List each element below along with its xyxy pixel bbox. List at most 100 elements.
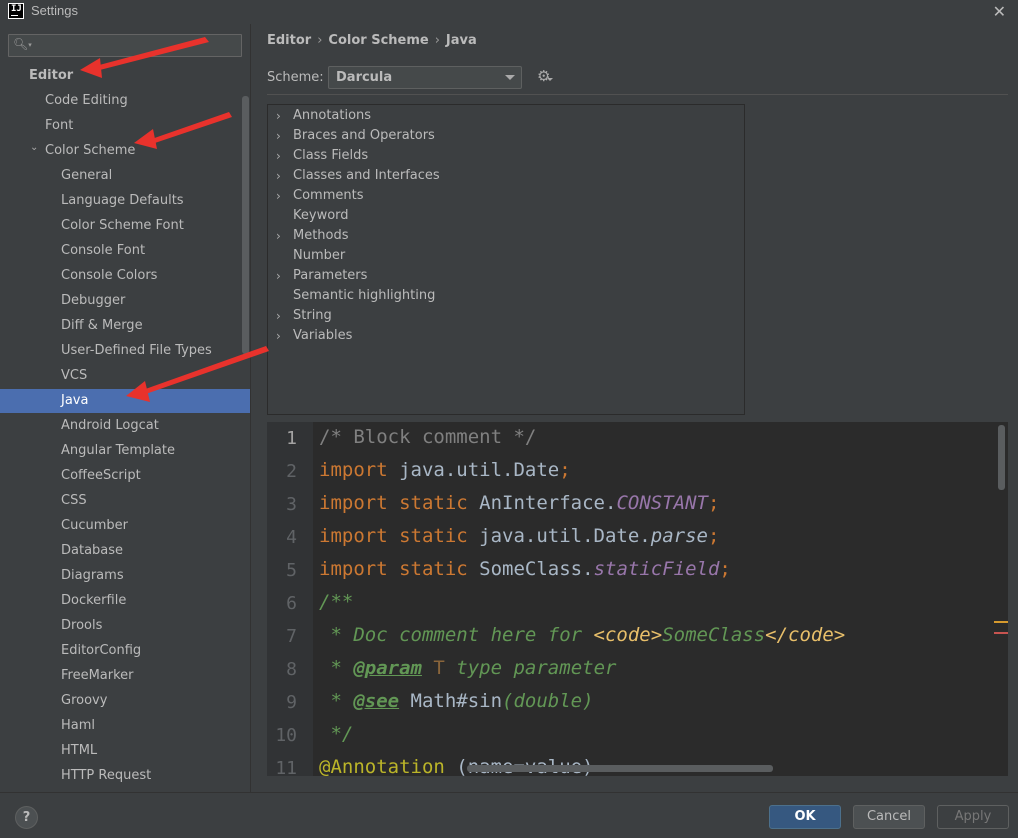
sidebar-item-http-request[interactable]: HTTP Request (0, 764, 250, 788)
sidebar-item-label: Color Scheme Font (61, 218, 184, 233)
sidebar-item-css[interactable]: CSS (0, 489, 250, 513)
sidebar-item-cucumber[interactable]: Cucumber (0, 514, 250, 538)
attribute-classes-and-interfaces[interactable]: › Classes and Interfaces (268, 166, 744, 186)
sidebar-item-label: Code Editing (45, 93, 128, 108)
gear-icon[interactable]: ⚙ (537, 68, 553, 84)
sidebar-item-label: FreeMarker (61, 668, 134, 683)
chevron-right-icon[interactable]: › (276, 126, 281, 146)
window-title: Settings (31, 3, 78, 18)
error-stripe-marker[interactable] (994, 632, 1008, 634)
chevron-right-icon[interactable]: › (276, 186, 281, 206)
close-icon[interactable]: ✕ (993, 2, 1006, 21)
sidebar-item-editor[interactable]: Editor (0, 64, 250, 88)
sidebar-item-html[interactable]: HTML (0, 739, 250, 763)
attribute-label: Classes and Interfaces (293, 168, 440, 183)
sidebar-item-java[interactable]: Java (0, 389, 250, 413)
sidebar-item-label: Diagrams (61, 568, 124, 583)
attribute-parameters[interactable]: › Parameters (268, 266, 744, 286)
attribute-keyword[interactable]: Keyword (268, 206, 744, 226)
attribute-string[interactable]: › String (268, 306, 744, 326)
chevron-right-icon[interactable]: › (276, 306, 281, 326)
breadcrumb-editor[interactable]: Editor (267, 33, 311, 48)
cancel-button[interactable]: Cancel (853, 805, 925, 829)
code-line: * @see Math#sin(double) (319, 690, 593, 712)
code-token: type parameter (444, 657, 617, 679)
sidebar-item-haml[interactable]: Haml (0, 714, 250, 738)
sidebar-item-label: HTTP Request (61, 768, 152, 783)
breadcrumb-separator: › (317, 33, 323, 48)
sidebar-item-vcs[interactable]: VCS (0, 364, 250, 388)
attribute-braces-and-operators[interactable]: › Braces and Operators (268, 126, 744, 146)
sidebar-item-diagrams[interactable]: Diagrams (0, 564, 250, 588)
sidebar-item-debugger[interactable]: Debugger (0, 289, 250, 313)
attribute-label: Methods (293, 228, 349, 243)
preview-vertical-scrollbar[interactable] (998, 425, 1005, 490)
chevron-right-icon[interactable]: › (276, 326, 281, 346)
search-input[interactable]: 🔍︎▾ (8, 34, 242, 57)
sidebar-item-freemarker[interactable]: FreeMarker (0, 664, 250, 688)
code-token: parse (650, 525, 708, 547)
attribute-comments[interactable]: › Comments (268, 186, 744, 206)
chevron-right-icon[interactable]: › (276, 266, 281, 286)
chevron-down-icon[interactable]: ⌄ (30, 136, 44, 160)
sidebar-item-coffeescript[interactable]: CoffeeScript (0, 464, 250, 488)
apply-button[interactable]: Apply (937, 805, 1009, 829)
sidebar-item-general[interactable]: General (0, 164, 250, 188)
sidebar-item-angular-template[interactable]: Angular Template (0, 439, 250, 463)
code-token: SomeClass. (467, 558, 594, 580)
chevron-right-icon[interactable]: › (276, 106, 281, 126)
attribute-label: Braces and Operators (293, 128, 435, 143)
sidebar-item-console-font[interactable]: Console Font (0, 239, 250, 263)
code-token: ; (559, 459, 571, 481)
sidebar-item-label: Console Font (61, 243, 146, 258)
sidebar-item-label: HTML (61, 743, 98, 758)
code-token: import (319, 459, 388, 481)
sidebar-item-groovy[interactable]: Groovy (0, 689, 250, 713)
attribute-semantic-highlighting[interactable]: Semantic highlighting (268, 286, 744, 306)
chevron-right-icon[interactable]: › (276, 226, 281, 246)
ok-button[interactable]: OK (769, 805, 841, 829)
sidebar-item-drools[interactable]: Drools (0, 614, 250, 638)
sidebar-item-color-scheme[interactable]: ⌄ Color Scheme (0, 139, 250, 163)
help-button[interactable]: ? (15, 806, 38, 829)
attribute-number[interactable]: Number (268, 246, 744, 266)
sidebar-item-console-colors[interactable]: Console Colors (0, 264, 250, 288)
code-token: /* Block comment */ (319, 426, 537, 448)
code-line: import java.util.Date; (319, 459, 571, 481)
breadcrumb-java: Java (445, 33, 477, 48)
breadcrumb-color-scheme[interactable]: Color Scheme (328, 33, 428, 48)
attribute-label: Number (293, 248, 346, 263)
sidebar-item-label: VCS (61, 368, 88, 383)
attribute-methods[interactable]: › Methods (268, 226, 744, 246)
code-token: import static (319, 558, 468, 580)
code-token: import static (319, 525, 468, 547)
sidebar-scrollbar[interactable] (242, 96, 249, 354)
line-number-gutter: 1 2 3 4 5 6 7 8 9 10 11 (267, 422, 313, 776)
sidebar-item-code-editing[interactable]: Code Editing (0, 89, 250, 113)
sidebar-item-database[interactable]: Database (0, 539, 250, 563)
chevron-right-icon[interactable]: › (276, 146, 281, 166)
sidebar-item-android-logcat[interactable]: Android Logcat (0, 414, 250, 438)
attribute-annotations[interactable]: › Annotations (268, 106, 744, 126)
preview-horizontal-scrollbar[interactable] (467, 765, 773, 772)
sidebar-item-label: Groovy (61, 693, 108, 708)
sidebar-item-user-defined-file-types[interactable]: User-Defined File Types (0, 339, 250, 363)
sidebar-item-diff-merge[interactable]: Diff & Merge (0, 314, 250, 338)
sidebar-item-font[interactable]: Font (0, 114, 250, 138)
sidebar-item-label: Drools (61, 618, 103, 633)
warning-stripe-marker[interactable] (994, 621, 1008, 623)
code-preview[interactable]: 1 2 3 4 5 6 7 8 9 10 11 /* Block comment */ import … (267, 422, 1008, 776)
line-number: 4 (286, 527, 297, 548)
scheme-dropdown[interactable]: Darcula (328, 66, 522, 89)
sidebar-item-dockerfile[interactable]: Dockerfile (0, 589, 250, 613)
code-token: ; (719, 558, 731, 580)
code-token: ; (707, 525, 720, 547)
sidebar-item-color-scheme-font[interactable]: Color Scheme Font (0, 214, 250, 238)
sidebar-item-editorconfig[interactable]: EditorConfig (0, 639, 250, 663)
chevron-right-icon[interactable]: › (276, 166, 281, 186)
attribute-class-fields[interactable]: › Class Fields (268, 146, 744, 166)
code-line: import static java.util.Date.parse; (319, 525, 719, 547)
line-number: 7 (286, 626, 297, 647)
attribute-variables[interactable]: › Variables (268, 326, 744, 346)
sidebar-item-language-defaults[interactable]: Language Defaults (0, 189, 250, 213)
